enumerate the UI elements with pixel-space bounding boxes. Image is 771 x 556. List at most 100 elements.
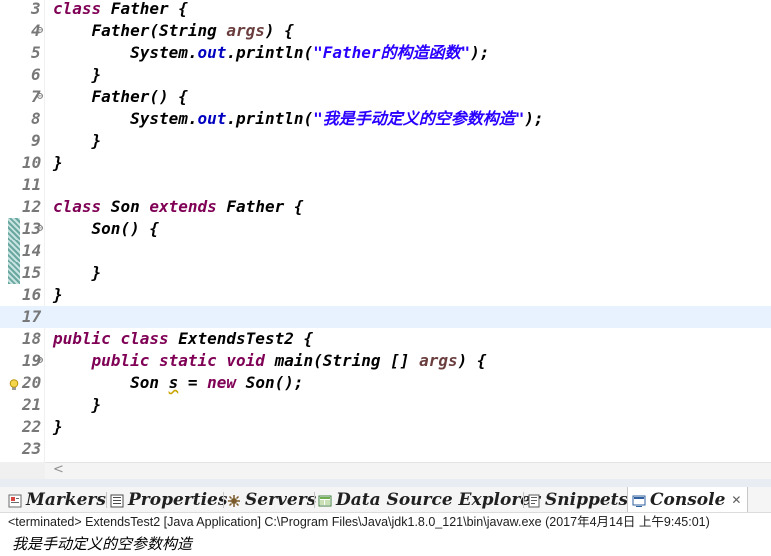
code-line[interactable]: 13 ⊖ Son() { — [0, 218, 771, 240]
close-icon[interactable]: ✕ — [731, 493, 741, 507]
line-number: 11 — [22, 175, 42, 194]
tab-snippets[interactable]: Snippets — [527, 487, 628, 512]
tab-properties[interactable]: Properties — [110, 487, 227, 512]
line-number: 22 — [22, 417, 42, 436]
line-number: 15 — [22, 263, 42, 282]
fold-toggle-icon[interactable]: ⊖ — [37, 86, 43, 108]
tab-divider — [223, 492, 224, 508]
code-text[interactable]: public static void main(String [] args) … — [53, 350, 487, 372]
tab-console-label: Console — [650, 489, 726, 510]
code-line[interactable]: 19 ⊖ public static void main(String [] ar… — [0, 350, 771, 372]
code-text[interactable]: public class ExtendsTest2 { — [53, 328, 313, 350]
tab-properties-label: Properties — [128, 489, 228, 510]
code-token: ); — [470, 43, 490, 62]
tab-markers[interactable]: Markers — [8, 487, 106, 512]
tab-data-source-explorer[interactable]: Data Source Explorer — [318, 487, 540, 512]
code-text[interactable]: } — [53, 262, 102, 284]
fold-toggle-icon[interactable]: ⊖ — [37, 350, 43, 372]
code-editor[interactable]: 3 class Father {4 ⊖ Father(String args) {5… — [0, 0, 771, 462]
code-text[interactable]: class Father { — [53, 0, 188, 20]
code-token: } — [53, 131, 102, 150]
code-token: args — [419, 351, 458, 370]
tab-divider — [106, 492, 107, 508]
code-line[interactable]: 15 } — [0, 262, 771, 284]
code-token: extends — [149, 197, 217, 216]
code-text[interactable]: Son() { — [53, 218, 159, 240]
code-text[interactable]: } — [53, 152, 63, 174]
code-line[interactable]: 22} — [0, 416, 771, 438]
code-token: Father { — [216, 197, 304, 216]
code-line[interactable]: 5 System.out.println("Father的构造函数"); — [0, 42, 771, 64]
code-token: public — [91, 351, 150, 370]
horizontal-scrollbar[interactable]: < — [45, 462, 771, 479]
markers-icon — [8, 493, 22, 507]
tab-divider — [314, 492, 315, 508]
code-token: public — [53, 329, 111, 348]
scrollbar-corner — [0, 462, 45, 479]
code-text[interactable]: System.out.println("我是手动定义的空参数构造"); — [53, 108, 544, 130]
code-line[interactable]: 21 } — [0, 394, 771, 416]
console-process-header: <terminated> ExtendsTest2 [Java Applicat… — [0, 513, 771, 531]
code-token: .println( — [226, 43, 314, 62]
code-line[interactable]: 6 } — [0, 64, 771, 86]
code-text[interactable]: Father() { — [53, 86, 188, 108]
code-token: args — [226, 21, 265, 40]
code-token: class — [120, 329, 169, 348]
code-line[interactable]: 4 ⊖ Father(String args) { — [0, 20, 771, 42]
warning-bulb-icon[interactable] — [9, 375, 19, 390]
code-line[interactable]: 3 class Father { — [0, 0, 771, 20]
line-number: 14 — [22, 241, 42, 260]
change-marker — [8, 218, 20, 240]
code-text[interactable]: System.out.println("Father的构造函数"); — [53, 42, 489, 64]
code-line[interactable]: 7 ⊖ Father() { — [0, 86, 771, 108]
code-line[interactable]: 20 Son s = new Son(); — [0, 372, 771, 394]
snippets-icon — [527, 493, 541, 507]
code-token: } — [53, 263, 102, 282]
code-token: } — [53, 285, 63, 304]
code-token: ) { — [457, 351, 487, 370]
code-text[interactable]: } — [53, 416, 63, 438]
code-text[interactable]: Father(String args) { — [53, 20, 294, 42]
code-token: s — [168, 373, 179, 392]
data-source-explorer-icon — [318, 493, 332, 507]
view-separator — [0, 479, 771, 487]
code-token: Son — [101, 197, 150, 216]
code-token: out — [197, 109, 227, 128]
code-text[interactable]: } — [53, 64, 102, 86]
code-token: out — [197, 43, 227, 62]
code-line[interactable]: 17 — [0, 306, 771, 328]
code-text[interactable]: } — [53, 284, 63, 306]
tab-servers[interactable]: Servers — [227, 487, 316, 512]
tab-console[interactable]: Console ✕ — [627, 487, 749, 512]
tab-data-source-explorer-label: Data Source Explorer — [336, 489, 541, 510]
code-token: new — [207, 373, 237, 392]
code-line[interactable]: 18 public class ExtendsTest2 { — [0, 328, 771, 350]
code-token: class — [53, 197, 102, 216]
code-line[interactable]: 14 — [0, 240, 771, 262]
console-output[interactable]: 我是手动定义的空参数构造 — [0, 533, 771, 556]
code-token: ) { — [264, 21, 294, 40]
fold-toggle-icon[interactable]: ⊖ — [37, 218, 43, 240]
code-token: Son(); — [236, 373, 304, 392]
code-text[interactable]: class Son extends Father { — [53, 196, 303, 218]
code-token: static — [158, 351, 217, 370]
code-line[interactable]: 16} — [0, 284, 771, 306]
code-line[interactable]: 23 — [0, 438, 771, 460]
code-line[interactable]: 8 System.out.println("我是手动定义的空参数构造"); — [0, 108, 771, 130]
code-token: Son() { — [53, 219, 159, 238]
code-token: } — [53, 417, 63, 436]
line-number: 12 — [22, 197, 42, 216]
code-text[interactable]: Son s = new Son(); — [53, 372, 303, 394]
code-line[interactable]: 12 class Son extends Father { — [0, 196, 771, 218]
code-line[interactable]: 10} — [0, 152, 771, 174]
code-line[interactable]: 9 } — [0, 130, 771, 152]
code-token: } — [53, 395, 102, 414]
tab-markers-label: Markers — [26, 489, 106, 510]
fold-toggle-icon[interactable]: ⊖ — [37, 20, 43, 42]
scroll-left-arrow-icon[interactable]: < — [53, 462, 64, 477]
code-text[interactable]: } — [53, 130, 102, 152]
code-text[interactable]: } — [53, 394, 102, 416]
code-line[interactable]: 11 — [0, 174, 771, 196]
code-token: } — [53, 65, 102, 84]
line-number: 10 — [22, 153, 42, 172]
